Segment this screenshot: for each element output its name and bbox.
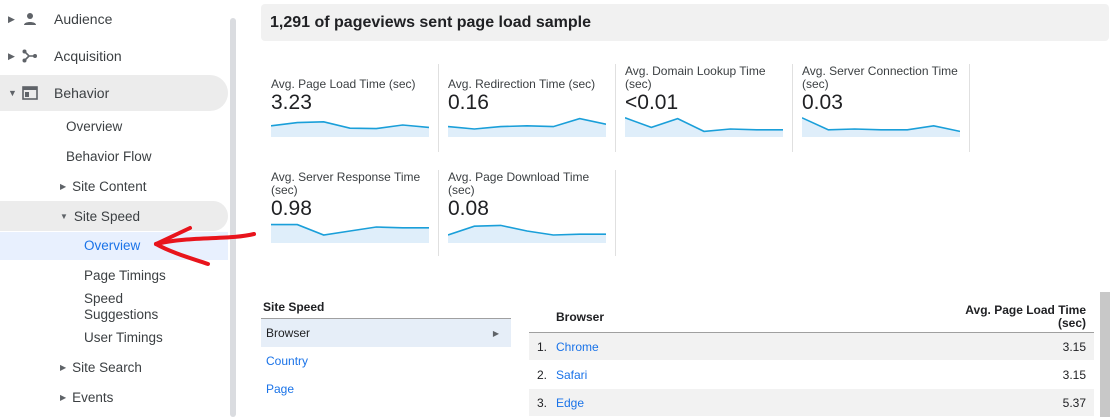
main-scrollbar[interactable] xyxy=(1100,292,1110,417)
table-row: 1. Chrome 3.15 xyxy=(529,333,1094,361)
metric-card-server-connection-time[interactable]: Avg. Server Connection Time (sec) 0.03 xyxy=(792,64,970,152)
sparkline-area xyxy=(448,118,606,137)
sidebar-scrollbar[interactable] xyxy=(230,18,236,417)
nav-user-timings[interactable]: User Timings xyxy=(84,330,163,346)
sparkline-area xyxy=(625,117,783,137)
metric-label: Avg. Server Connection Time (sec) xyxy=(802,64,958,91)
chevron-right-icon: ▶ xyxy=(492,328,499,338)
sidebar: ▶ Audience ▶ Acquisition ▼ Behavior Over… xyxy=(0,0,238,417)
dimension-row-browser[interactable]: Browser ▶ xyxy=(261,319,511,347)
caret-down-icon: ▼ xyxy=(60,211,68,221)
row-value: 3.15 xyxy=(1062,340,1086,354)
page-load-sample-banner: 1,291 of pageviews sent page load sample xyxy=(261,4,1109,41)
sparkline xyxy=(448,224,606,243)
behavior-icon xyxy=(22,85,38,101)
row-number: 2. xyxy=(537,368,548,382)
sparkline xyxy=(271,223,429,243)
nav-site-content[interactable]: ▶ Site Content xyxy=(60,174,146,198)
nav-speed-suggestions[interactable]: Speed Suggestions xyxy=(84,291,174,323)
browser-link[interactable]: Edge xyxy=(556,396,584,410)
row-value: 5.37 xyxy=(1062,396,1086,410)
nav-site-speed-overview[interactable]: Overview xyxy=(84,238,140,254)
metric-value: 0.08 xyxy=(448,197,489,220)
column-header-browser[interactable]: Browser xyxy=(556,310,604,324)
row-number: 1. xyxy=(537,340,548,354)
caret-right-icon: ▶ xyxy=(60,362,67,372)
banner-title: 1,291 of pageviews sent page load sample xyxy=(270,13,592,31)
metric-card-page-download-time[interactable]: Avg. Page Download Time (sec) 0.08 xyxy=(438,170,616,256)
metric-label: Avg. Redirection Time (sec) xyxy=(448,77,596,91)
dimension-row-page[interactable]: Page xyxy=(261,375,511,403)
caret-right-icon: ▶ xyxy=(60,181,67,191)
caret-down-icon: ▼ xyxy=(8,88,17,98)
browser-link[interactable]: Safari xyxy=(556,368,587,382)
caret-right-icon: ▶ xyxy=(8,13,15,24)
sparkline xyxy=(625,117,783,137)
metric-value: 0.03 xyxy=(802,91,843,114)
sparkline xyxy=(802,117,960,137)
nav-behavior-overview[interactable]: Overview xyxy=(66,114,122,138)
row-value: 3.15 xyxy=(1062,368,1086,382)
metric-label: Avg. Page Load Time (sec) xyxy=(271,77,416,91)
table-row: 2. Safari 3.15 xyxy=(529,361,1094,389)
column-header-avg-page-load-time[interactable]: Avg. Page Load Time (sec) xyxy=(965,304,1086,330)
site-speed-title: Site Speed xyxy=(261,300,511,319)
acquisition-icon xyxy=(22,48,38,64)
site-speed-dimension-table: Site Speed Browser ▶ Country Page xyxy=(261,300,511,403)
metric-card-redirection-time[interactable]: Avg. Redirection Time (sec) 0.16 xyxy=(438,64,616,152)
sparkline xyxy=(271,120,429,137)
nav-item-behavior[interactable]: ▼ Behavior xyxy=(0,75,228,111)
nav-item-acquisition[interactable]: ▶ Acquisition xyxy=(0,38,228,74)
nav-item-audience[interactable]: ▶ Audience xyxy=(0,1,228,37)
metric-label: Avg. Server Response Time (sec) xyxy=(271,170,421,197)
metric-card-domain-lookup-time[interactable]: Avg. Domain Lookup Time (sec) <0.01 xyxy=(615,64,793,152)
nav-site-speed[interactable]: ▼ Site Speed xyxy=(60,204,140,228)
metric-card-page-load-time[interactable]: Avg. Page Load Time (sec) 3.23 xyxy=(261,64,439,152)
nav-site-search[interactable]: ▶ Site Search xyxy=(60,355,142,379)
sparkline xyxy=(448,117,606,137)
caret-right-icon: ▶ xyxy=(8,50,15,61)
sparkline-area xyxy=(802,117,960,137)
sparkline-area xyxy=(271,121,429,137)
nav-behavior-flow[interactable]: Behavior Flow xyxy=(66,144,152,168)
browser-link[interactable]: Chrome xyxy=(556,340,599,354)
table-row: 3. Edge 5.37 xyxy=(529,389,1094,417)
metric-card-server-response-time[interactable]: Avg. Server Response Time (sec) 0.98 xyxy=(261,170,439,256)
nav-events[interactable]: ▶ Events xyxy=(60,385,113,409)
metric-label: Avg. Domain Lookup Time (sec) xyxy=(625,64,766,91)
metric-value: 0.16 xyxy=(448,91,489,114)
dimension-row-country[interactable]: Country xyxy=(261,347,511,375)
metric-label: Avg. Page Download Time (sec) xyxy=(448,170,590,197)
row-number: 3. xyxy=(537,396,548,410)
caret-right-icon: ▶ xyxy=(60,392,67,402)
table-header: Browser Avg. Page Load Time (sec) xyxy=(529,300,1094,333)
metric-value: 0.98 xyxy=(271,197,312,220)
person-icon xyxy=(22,11,38,27)
metric-value: 3.23 xyxy=(271,91,312,114)
browser-table: Browser Avg. Page Load Time (sec) 1. Chr… xyxy=(529,300,1094,417)
annotation-arrow xyxy=(154,226,256,266)
metric-value: <0.01 xyxy=(625,91,679,114)
nav-page-timings[interactable]: Page Timings xyxy=(84,268,166,284)
